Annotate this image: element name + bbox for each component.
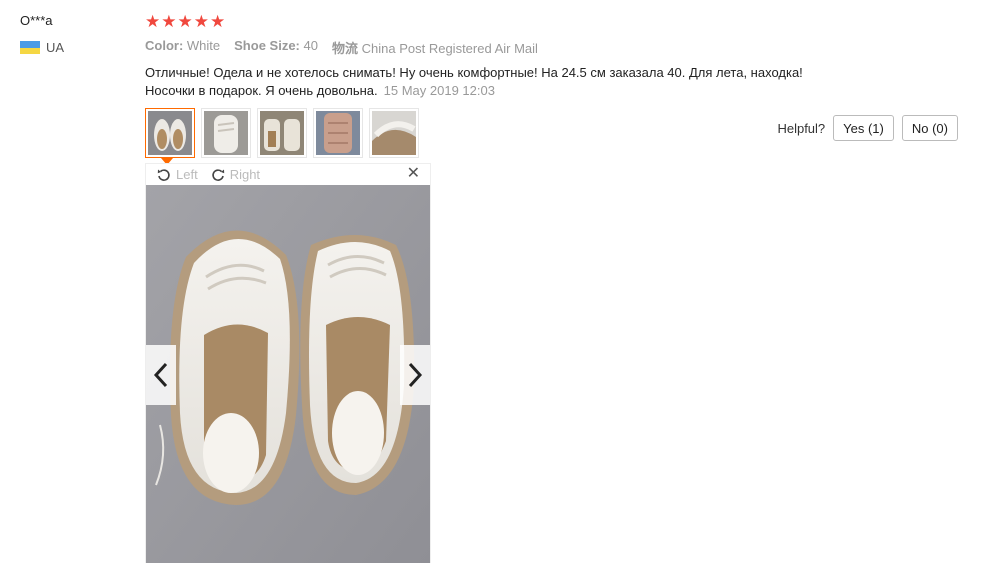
review-date: 15 May 2019 12:03 [383,83,495,98]
viewer-toolbar: Left Right ✕ [146,164,430,185]
helpful-yes-button[interactable]: Yes (1) [833,115,894,141]
shoe-photo-image [146,185,430,563]
helpful-no-button[interactable]: No (0) [901,115,958,141]
chevron-left-icon [153,362,168,388]
review-line-1: Отличные! Одела и не хотелось снимать! Н… [145,65,803,80]
thumbnail-5[interactable] [369,108,419,158]
shoe-photo-thumb [316,111,360,155]
star-rating: ★ ★ ★ ★ ★ [145,12,225,32]
thumbnail-1[interactable] [145,108,195,165]
review-text: Отличные! Одела и не хотелось снимать! Н… [145,64,865,100]
thumbnail-4[interactable] [313,108,363,158]
close-viewer-icon[interactable]: ✕ [407,166,420,182]
shoe-photo-thumb [260,111,304,155]
reviewer-country: UA [20,40,64,55]
thumbnail-3[interactable] [257,108,307,158]
attr-shoe-size: Shoe Size: 40 [234,38,318,53]
reviewer-name: O***a [20,13,53,28]
order-attributes: Color: White Shoe Size: 40 物流 China Post… [145,38,538,57]
star-icon: ★ [145,12,161,31]
country-code: UA [46,40,65,55]
next-photo-button[interactable] [400,345,430,405]
star-icon: ★ [177,12,193,31]
shoe-photo-thumb [148,111,192,155]
review-photo [146,185,430,563]
thumbnail-2[interactable] [201,108,251,158]
star-icon: ★ [161,12,177,31]
photo-viewer: Left Right ✕ [145,163,431,563]
rotate-left-icon [157,168,170,181]
helpful-label: Helpful? [777,120,826,136]
helpful-section: Helpful? Yes (1) No (0) [777,115,958,141]
review-line-2: Носочки в подарок. Я очень довольна. 15 M… [145,83,495,98]
ukraine-flag-icon [20,41,40,54]
chevron-right-icon [408,362,423,388]
rotate-right-icon [212,168,224,181]
star-icon: ★ [193,12,209,31]
attr-shipping: 物流 China Post Registered Air Mail [331,41,538,56]
shoe-photo-thumb [372,111,416,155]
rotate-left-button[interactable]: Left [156,167,198,183]
rotate-right-button[interactable]: Right [210,167,260,183]
star-icon: ★ [210,12,226,31]
previous-photo-button[interactable] [146,345,176,405]
attr-color: Color: White [145,38,221,53]
photo-thumbnails [145,108,419,165]
shoe-photo-thumb [204,111,248,155]
